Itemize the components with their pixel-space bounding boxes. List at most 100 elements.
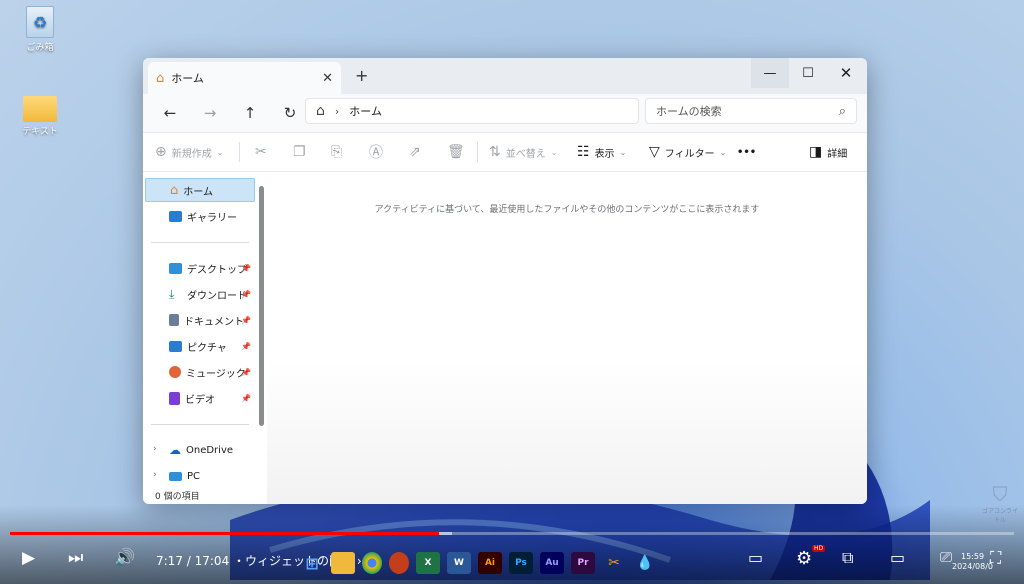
- chevron-right-icon: ›: [334, 104, 340, 118]
- maximize-button[interactable]: ☐: [789, 58, 827, 88]
- forward-button[interactable]: →: [191, 104, 229, 122]
- tab-label: ホーム: [171, 72, 204, 85]
- more-options-button[interactable]: •••: [737, 133, 756, 171]
- close-button[interactable]: ✕: [827, 58, 865, 88]
- sidebar-item-desktop[interactable]: デスクトップ 📌: [145, 256, 255, 280]
- cloud-icon: ☁: [169, 443, 181, 457]
- progress-played: [10, 532, 439, 535]
- divider: [151, 424, 249, 425]
- pin-icon[interactable]: 📌: [241, 264, 251, 273]
- filter-button[interactable]: ▽ フィルター ⌄: [649, 133, 726, 171]
- divider: [477, 142, 478, 162]
- desktop-icon: [169, 262, 182, 274]
- pin-icon[interactable]: 📌: [241, 342, 251, 351]
- sidebar-item-label: ビデオ: [185, 394, 215, 406]
- plus-circle-icon: ⊕: [155, 144, 167, 160]
- pin-icon[interactable]: 📌: [241, 368, 251, 377]
- word-icon[interactable]: W: [447, 552, 471, 574]
- folder-icon: [23, 96, 57, 122]
- copy-button[interactable]: ❐: [293, 133, 306, 171]
- paint-icon[interactable]: 💧: [633, 552, 657, 574]
- cast-icon[interactable]: ⎚: [940, 548, 952, 566]
- miniplayer-icon[interactable]: ⧉: [842, 548, 853, 568]
- sort-button[interactable]: ⇅ 並べ替え ⌄: [489, 133, 557, 171]
- computer-icon: [169, 471, 182, 481]
- start-icon[interactable]: ⊞: [300, 552, 324, 574]
- share-button[interactable]: ⇗: [409, 133, 421, 171]
- divider: [239, 142, 240, 162]
- excel-icon[interactable]: X: [416, 552, 440, 574]
- time-display: 7:17 / 17:04: [156, 554, 230, 568]
- system-clock: 15:59 2024/08/0: [952, 552, 993, 572]
- premiere-icon[interactable]: Pr: [571, 552, 595, 574]
- refresh-button[interactable]: ↻: [271, 104, 309, 122]
- volume-icon[interactable]: 🔊: [114, 548, 135, 568]
- sidebar-scrollbar[interactable]: [259, 186, 264, 426]
- divider: [151, 242, 249, 243]
- rename-button[interactable]: Ⓐ: [369, 133, 383, 171]
- up-button[interactable]: ↑: [231, 104, 269, 122]
- chevron-down-icon: ⌄: [619, 147, 627, 157]
- pin-icon[interactable]: 📌: [241, 316, 251, 325]
- sidebar-item-home[interactable]: ⌂ ホーム: [145, 178, 255, 202]
- document-icon: [169, 314, 179, 326]
- sidebar-item-pictures[interactable]: ピクチャ 📌: [145, 334, 255, 358]
- sidebar-item-music[interactable]: ミュージック 📌: [145, 360, 255, 384]
- address-bar[interactable]: ⌂ › ホーム: [305, 98, 639, 124]
- paste-button[interactable]: ⎘: [331, 133, 342, 171]
- sidebar-item-pc[interactable]: PC: [145, 464, 255, 488]
- details-pane-icon: ◨: [809, 144, 823, 160]
- sidebar-item-downloads[interactable]: ⤓ ダウンロード 📌: [145, 282, 255, 306]
- photoshop-icon[interactable]: Ps: [509, 552, 533, 574]
- next-button[interactable]: ⏭: [68, 548, 83, 568]
- theater-mode-icon[interactable]: ▭: [890, 548, 905, 567]
- search-input[interactable]: ホームの検索 ⌕: [645, 98, 857, 124]
- settings-icon[interactable]: ⚙: [796, 548, 812, 569]
- empty-state-message: アクティビティに基づいて、最近使用したファイルやその他のコンテンツがここに表示さ…: [374, 205, 760, 215]
- sidebar-item-gallery[interactable]: ギャラリー: [145, 204, 255, 228]
- pin-icon[interactable]: 📌: [241, 290, 251, 299]
- sidebar-item-label: PC: [187, 470, 201, 482]
- new-tab-button[interactable]: +: [355, 66, 368, 85]
- view-button[interactable]: ☷ 表示 ⌄: [577, 133, 626, 171]
- desktop-icon-recycle-bin[interactable]: ♻ ごみ箱: [12, 6, 68, 53]
- delete-button[interactable]: 🗑: [447, 133, 465, 171]
- cut-button[interactable]: ✂: [255, 133, 267, 171]
- more-icon: •••: [737, 146, 757, 158]
- navigation-pane: ⌂ ホーム ギャラリー デスクトップ 📌 ⤓ ダウンロード 📌 ドキュメント 📌…: [143, 172, 267, 504]
- channel-watermark: ⛉ ゴアコンライトル: [980, 482, 1020, 524]
- folder-icon[interactable]: [331, 552, 355, 574]
- watermark-label: ゴアコンライトル: [981, 508, 1018, 524]
- fullscreen-icon[interactable]: ⛶: [990, 548, 1001, 568]
- chevron-down-icon: ⌄: [550, 147, 558, 157]
- subtitles-icon[interactable]: ▭: [748, 548, 763, 567]
- sidebar-item-videos[interactable]: ビデオ 📌: [145, 386, 255, 410]
- filter-label: フィルター: [664, 148, 715, 160]
- pictures-icon: [169, 340, 182, 352]
- progress-bar[interactable]: [10, 532, 1014, 535]
- snipping-icon[interactable]: ✂: [602, 552, 626, 574]
- audition-icon[interactable]: Au: [540, 552, 564, 574]
- content-area-background: [267, 358, 867, 504]
- edge-icon[interactable]: [389, 552, 409, 574]
- home-icon: ⌂: [170, 182, 179, 198]
- pin-icon[interactable]: 📌: [241, 394, 251, 403]
- clock-date: 2024/08/0: [952, 562, 994, 571]
- tab-home[interactable]: ⌂ ホーム ✕: [148, 62, 341, 94]
- rename-icon: Ⓐ: [369, 145, 383, 161]
- illustrator-icon[interactable]: Ai: [478, 552, 502, 574]
- play-button[interactable]: ▶: [22, 548, 35, 568]
- sidebar-item-onedrive[interactable]: ☁ OneDrive: [145, 438, 255, 462]
- view-icon: ☷: [577, 144, 590, 160]
- command-bar: ⊕ 新規作成 ⌄ ✂ ❐ ⎘ Ⓐ ⇗ 🗑 ⇅ 並べ替え ⌄ ☷ 表示 ⌄ ▽ フ…: [143, 132, 867, 172]
- sidebar-item-documents[interactable]: ドキュメント 📌: [145, 308, 255, 332]
- new-button[interactable]: ⊕ 新規作成 ⌄: [155, 133, 223, 171]
- chrome-icon[interactable]: [362, 552, 382, 574]
- details-button[interactable]: ◨ 詳細: [809, 133, 847, 171]
- minimize-button[interactable]: —: [751, 58, 789, 88]
- tab-close-icon[interactable]: ✕: [322, 71, 333, 86]
- chevron-down-icon: ⌄: [216, 147, 224, 157]
- desktop-icon-label: ごみ箱: [26, 43, 54, 53]
- back-button[interactable]: ←: [151, 104, 189, 122]
- desktop-icon-folder[interactable]: テキスト: [12, 96, 68, 137]
